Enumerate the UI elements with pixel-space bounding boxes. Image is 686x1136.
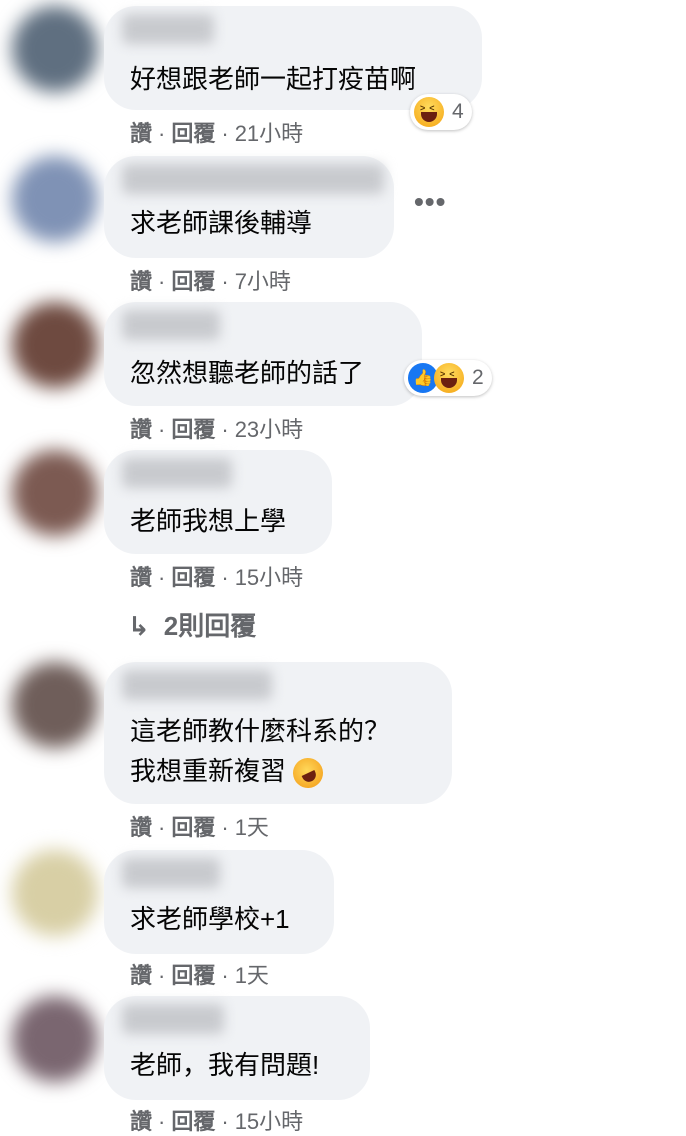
commenter-name[interactable] <box>122 14 214 44</box>
comment-text: 求老師學校+1 <box>130 904 290 934</box>
comment-bubble: 求老師學校+1 <box>104 850 334 954</box>
reply-link[interactable]: 回覆 <box>171 963 215 988</box>
commenter-name[interactable] <box>122 164 384 194</box>
comment-actions: 讚 · 回覆 · 15小時 <box>130 1104 303 1136</box>
comment-actions: 讚 · 回覆 · 1天 <box>130 958 269 990</box>
commenter-avatar[interactable] <box>12 156 98 242</box>
commenter-name[interactable] <box>122 310 220 340</box>
comment-bubble: 這老師教什麼科系的？ 我想重新複習 <box>104 662 452 804</box>
comment-actions: 讚 · 回覆 · 23小時 <box>130 412 303 444</box>
timestamp[interactable]: 7小時 <box>235 269 291 294</box>
timestamp[interactable]: 15小時 <box>235 1109 303 1134</box>
commenter-avatar[interactable] <box>12 996 98 1082</box>
commenter-avatar[interactable] <box>12 450 98 536</box>
separator: · <box>158 1109 166 1134</box>
timestamp[interactable]: 23小時 <box>235 417 303 442</box>
timestamp[interactable]: 15小時 <box>235 565 303 590</box>
reply-link[interactable]: 回覆 <box>171 269 215 294</box>
separator: · <box>158 417 166 442</box>
comment-text: 忽然想聽老師的話了 <box>130 358 365 388</box>
rolling-on-floor-laughing-emoji <box>288 753 329 794</box>
comment-text: 老師我想上學 <box>130 506 287 536</box>
reply-link[interactable]: 回覆 <box>171 1109 215 1134</box>
like-link[interactable]: 讚 <box>130 565 152 590</box>
view-replies-link[interactable]: ↳ 2則回覆 <box>128 606 256 643</box>
like-link[interactable]: 讚 <box>130 269 152 294</box>
commenter-avatar[interactable] <box>12 6 98 92</box>
comment-text-line1: 這老師教什麼科系的？ <box>130 716 391 746</box>
haha-reaction-icon: >< <box>414 97 444 127</box>
comment-actions: 讚 · 回覆 · 1天 <box>130 810 269 842</box>
separator: · <box>158 815 166 840</box>
like-link[interactable]: 讚 <box>130 417 152 442</box>
reply-link[interactable]: 回覆 <box>171 417 215 442</box>
timestamp[interactable]: 1天 <box>235 963 269 988</box>
separator: · <box>158 269 166 294</box>
separator: · <box>158 121 166 146</box>
reaction-summary[interactable]: 👍 >< 2 <box>404 360 492 396</box>
commenter-name[interactable] <box>122 858 220 888</box>
commenter-name[interactable] <box>122 458 232 488</box>
comment-text: 老師，我有問題! <box>130 1050 320 1080</box>
reaction-summary[interactable]: >< 4 <box>410 94 472 130</box>
separator: · <box>221 565 229 590</box>
reaction-count: 2 <box>472 366 484 389</box>
reply-arrow-icon: ↳ <box>128 611 150 641</box>
comment-text: 好想跟老師一起打疫苗啊 <box>130 64 417 94</box>
timestamp[interactable]: 1天 <box>235 815 269 840</box>
commenter-name[interactable] <box>122 1004 224 1034</box>
reply-link[interactable]: 回覆 <box>171 815 215 840</box>
comment-actions: 讚 · 回覆 · 15小時 <box>130 560 303 592</box>
comment-bubble: 忽然想聽老師的話了 <box>104 302 422 406</box>
comment-text-line2: 我想重新複習 <box>130 750 329 794</box>
comment-text: 我想重新複習 <box>130 756 287 786</box>
timestamp[interactable]: 21小時 <box>235 121 303 146</box>
reply-link[interactable]: 回覆 <box>171 121 215 146</box>
like-link[interactable]: 讚 <box>130 963 152 988</box>
more-options-icon[interactable]: ••• <box>414 188 446 216</box>
commenter-name[interactable] <box>122 670 272 700</box>
comment-bubble: 老師我想上學 <box>104 450 332 554</box>
like-link[interactable]: 讚 <box>130 815 152 840</box>
comment-bubble: 老師，我有問題! <box>104 996 370 1100</box>
commenter-avatar[interactable] <box>12 850 98 936</box>
separator: · <box>158 565 166 590</box>
like-link[interactable]: 讚 <box>130 121 152 146</box>
reaction-count: 4 <box>452 100 464 123</box>
commenter-avatar[interactable] <box>12 302 98 388</box>
haha-reaction-icon: >< <box>434 363 464 393</box>
separator: · <box>221 269 229 294</box>
separator: · <box>221 963 229 988</box>
comment-actions: 讚 · 回覆 · 7小時 <box>130 264 291 296</box>
reply-link[interactable]: 回覆 <box>171 565 215 590</box>
separator: · <box>221 417 229 442</box>
separator: · <box>221 815 229 840</box>
comment-text: 求老師課後輔導 <box>130 208 313 238</box>
commenter-avatar[interactable] <box>12 662 98 748</box>
separator: · <box>158 963 166 988</box>
view-replies-label: 2則回覆 <box>163 611 257 641</box>
comment-actions: 讚 · 回覆 · 21小時 <box>130 116 303 148</box>
like-link[interactable]: 讚 <box>130 1109 152 1134</box>
separator: · <box>221 1109 229 1134</box>
separator: · <box>221 121 229 146</box>
comment-bubble: 求老師課後輔導 <box>104 156 394 258</box>
